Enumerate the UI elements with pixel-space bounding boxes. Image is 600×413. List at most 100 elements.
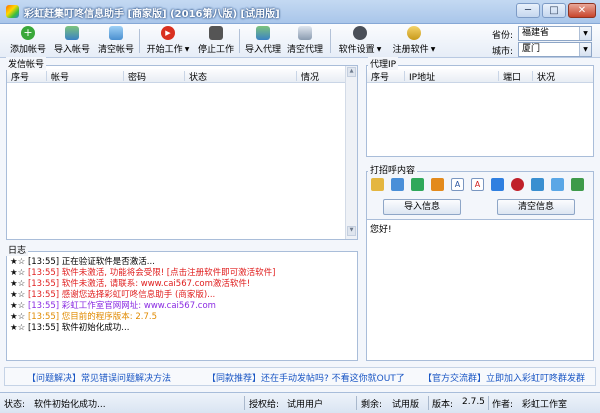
proxy-panel-title: 代理IP [368,57,399,70]
user-icon[interactable] [391,178,404,191]
version-label: 版本: [432,400,454,410]
version-value: 2.7.5 [462,397,485,407]
accounts-panel-title: 发信帐号 [6,57,47,70]
import-proxy-button[interactable]: 导入代理 [242,26,284,56]
chevron-down-icon[interactable]: ▼ [579,43,591,56]
link-recommend[interactable]: 【同款推荐】还在手动发帖吗? 不看这你就OUT了 [207,371,405,384]
greeting-panel-title: 打招呼内容 [368,163,418,176]
chevron-down-icon[interactable]: ▼ [377,46,382,53]
import-icon [256,26,270,40]
gear-icon [353,26,367,40]
accounts-panel: 序号 帐号 密码 状态 情况 ▲ ▼ [6,65,358,240]
stop-work-button[interactable]: 停止工作 [196,26,236,56]
log-line: ★☆ [13:55] 软件初始化成功... [10,323,130,333]
star-icon: ★☆ [10,290,26,300]
col-status[interactable]: 状态 [189,70,207,83]
clear-info-button[interactable]: 清空信息 [497,199,575,215]
status-value: 软件初始化成功... [34,400,106,410]
status-separator [244,396,245,410]
clear-proxy-button[interactable]: 清空代理 [284,26,326,56]
author-label: 作者: [492,400,514,410]
app-icon [6,5,19,18]
col-state[interactable]: 状况 [537,70,555,83]
city-select[interactable]: 厦门 ▼ [518,42,592,57]
image-icon[interactable] [571,178,584,191]
city-value: 厦门 [522,44,541,54]
log-line: ★☆ [13:55] 软件未激活, 请联系: www.cai567.com激活软… [10,279,251,289]
alarm-icon[interactable] [431,178,444,191]
star-icon: ★☆ [10,257,26,267]
import-account-button[interactable]: 导入帐号 [50,26,94,56]
star-icon: ★☆ [10,279,26,289]
minimize-button[interactable]: ─ [516,3,540,18]
chevron-down-icon[interactable]: ▼ [431,46,436,53]
auth-label: 授权给: [249,400,280,410]
close-button[interactable]: ✕ [568,3,596,18]
log-line: ★☆ [13:55] 正在验证软件是否激活... [10,257,155,267]
col-account[interactable]: 帐号 [51,70,69,83]
proxy-table-header: 序号 IP地址 端口 状况 [367,69,593,83]
col-ip[interactable]: IP地址 [409,70,435,83]
status-separator [488,396,489,410]
plus-icon: + [21,26,35,40]
clear-account-button[interactable]: 清空帐号 [94,26,138,56]
city-label: 城市: [492,47,514,57]
toolbar-separator [139,29,140,53]
log-panel: ★☆ [13:55] 正在验证软件是否激活... ★☆ [13:55] 软件未激… [6,251,358,361]
log-line: ★☆ [13:55] 软件未激活, 功能将会受限! [点击注册软件即可激活软件] [10,268,276,278]
scroll-down-arrow: ▼ [347,226,356,236]
trash-icon [298,26,312,40]
add-account-button[interactable]: + 添加帐号 [6,26,50,56]
greeting-text: 您好! [370,225,392,235]
maximize-button[interactable]: □ [542,3,566,18]
window-title: 彩虹赶集叮咚信息助手 [商家版] (2016第八版) [试用版] [24,9,280,20]
clock-icon[interactable] [411,178,424,191]
biohazard-icon[interactable] [511,178,524,191]
province-select[interactable]: 福建省 ▼ [518,26,592,41]
greeting-panel: A A 导入信息 清空信息 您好! [366,171,594,361]
accounts-scrollbar[interactable]: ▲ ▼ [345,66,357,239]
status-bar: 状态: 软件初始化成功... 授权给: 试用用户 剩余: 试用版 版本: 2.7… [0,392,600,413]
play-icon: ▶ [161,26,175,40]
info-icon[interactable] [491,178,504,191]
col-password[interactable]: 密码 [128,70,146,83]
accounts-table-header: 序号 帐号 密码 状态 情况 [7,69,345,83]
link-qq-group[interactable]: 【官方交流群】立即加入彩虹叮咚群发群 [423,371,585,384]
greeting-textarea[interactable]: 您好! [367,219,593,360]
chevron-down-icon[interactable]: ▼ [185,46,190,53]
remain-label: 剩余: [361,400,383,410]
province-value: 福建省 [522,28,550,38]
col-index[interactable]: 序号 [371,70,389,83]
star-icon: ★☆ [10,312,26,322]
stop-icon [209,26,223,40]
status-separator [428,396,429,410]
smiley-icon[interactable] [371,178,384,191]
star-icon: ★☆ [10,301,26,311]
font-icon[interactable]: A [451,178,464,191]
province-label: 省份: [492,31,514,41]
settings-button[interactable]: 软件设置 ▼ [334,26,386,56]
import-info-button[interactable]: 导入信息 [383,199,461,215]
font-color-icon[interactable]: A [471,178,484,191]
proxy-panel: 序号 IP地址 端口 状况 [366,65,594,157]
toolbar-separator [330,29,331,53]
cut-icon[interactable] [531,178,544,191]
start-work-button[interactable]: ▶ 开始工作 ▼ [142,26,194,56]
auth-value: 试用用户 [287,400,324,410]
toolbar-separator [239,29,240,53]
col-situation[interactable]: 情况 [301,70,319,83]
link-faq[interactable]: 【问题解决】常见错误问题解决方法 [27,371,171,384]
clear-icon [109,26,123,40]
key-icon [407,26,421,40]
log-line: ★☆ [13:55] 您目前的程序版本: 2.7.5 [10,312,157,322]
page-icon[interactable] [551,178,564,191]
chevron-down-icon[interactable]: ▼ [579,27,591,40]
log-panel-title: 日志 [6,243,29,256]
col-port[interactable]: 端口 [503,70,521,83]
register-button[interactable]: 注册软件 ▼ [388,26,440,56]
log-line: ★☆ [13:55] 感谢您选择彩虹叮咚信息助手 (商家版)... [10,290,216,300]
status-separator [356,396,357,410]
col-index[interactable]: 序号 [11,70,29,83]
author-value: 彩虹工作室 [522,400,568,410]
scroll-up-arrow: ▲ [347,67,356,77]
